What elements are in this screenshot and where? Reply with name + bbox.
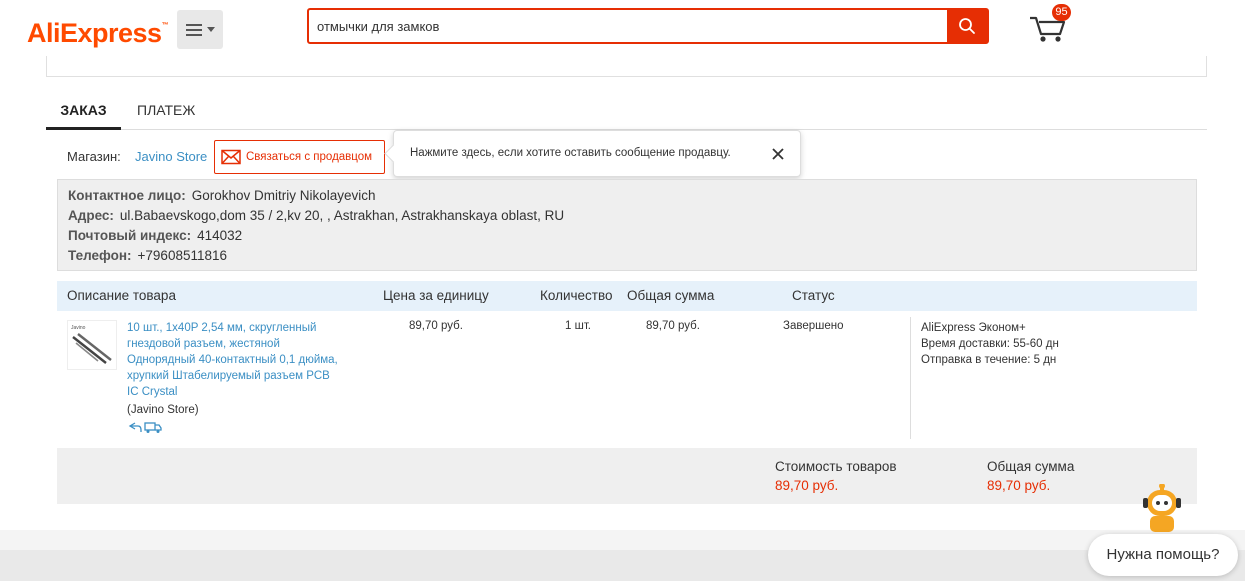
contact-seller-tooltip: Нажмите здесь, если хотите оставить сооб… [393, 130, 801, 177]
dispatch-time: Отправка в течение: 5 дн [921, 354, 1057, 366]
store-name-link[interactable]: Javino Store [135, 149, 207, 164]
total-price-cell: 89,70 руб. [646, 320, 700, 332]
column-header-description: Описание товара [67, 288, 176, 303]
shipping-method: AliExpress Эконом+ [921, 322, 1026, 334]
contact-seller-button[interactable]: Связаться с продавцом [214, 140, 385, 174]
address-row: Адрес: ul.Babaevskogo,dom 35 / 2,kv 20, ,… [68, 206, 1186, 226]
shipping-divider [910, 317, 911, 439]
footer-spacer [0, 530, 1245, 550]
delivery-time: Время доставки: 55-60 дн [921, 338, 1059, 350]
goods-cost-value: 89,70 руб. [775, 478, 839, 493]
shipping-info: AliExpress Эконом+ Время доставки: 55-60… [921, 320, 1059, 368]
assistant-mascot-icon[interactable] [1141, 484, 1183, 532]
zip-value: 414032 [197, 228, 243, 243]
search-button[interactable] [947, 10, 987, 42]
store-label: Магазин: [67, 149, 121, 164]
product-thumbnail[interactable]: Javino [67, 320, 117, 370]
contact-person-row: Контактное лицо: Gorokhov Dmitriy Nikolay… [68, 186, 1186, 206]
footer [0, 550, 1245, 581]
order-summary: Стоимость товаров 89,70 руб. Общая сумма… [57, 448, 1197, 504]
search-bar [307, 8, 989, 44]
phone-label: Телефон: [68, 248, 132, 263]
close-icon[interactable] [770, 146, 786, 162]
product-table-header: Описание товара Цена за единицу Количест… [57, 281, 1197, 311]
aliexpress-logo[interactable]: AliExpress™ [27, 18, 169, 49]
contact-seller-label: Связаться с продавцом [246, 151, 373, 163]
order-tabs: ЗАКАЗ ПЛАТЕЖ [46, 96, 1207, 130]
contact-person-value: Gorokhov Dmitriy Nikolayevich [191, 188, 376, 203]
previous-section-card [46, 56, 1207, 77]
zip-row: Почтовый индекс: 414032 [68, 226, 1186, 246]
tab-payment[interactable]: ПЛАТЕЖ [137, 96, 195, 130]
column-header-unit-price: Цена за единицу [383, 288, 489, 303]
trademark-mark: ™ [161, 22, 169, 29]
unit-price-cell: 89,70 руб. [409, 320, 463, 332]
hamburger-icon [185, 23, 202, 36]
quantity-cell: 1 шт. [565, 320, 592, 332]
column-header-quantity: Количество [540, 288, 613, 303]
column-header-status: Статус [792, 288, 835, 303]
logo-text: AliExpress [27, 18, 162, 48]
address-value: ul.Babaevskogo,dom 35 / 2,kv 20, , Astra… [119, 208, 565, 223]
contact-person-label: Контактное лицо: [68, 188, 186, 203]
column-header-total: Общая сумма [627, 288, 715, 303]
caret-down-icon [206, 27, 215, 32]
tab-order[interactable]: ЗАКАЗ [46, 96, 121, 130]
cart-count-badge: 95 [1052, 4, 1071, 21]
order-details-page: AliExpress™ 95 ЗАКАЗ ПЛАТЕЖ Магазин: Jav… [0, 0, 1245, 581]
search-icon [959, 18, 975, 34]
zip-label: Почтовый индекс: [68, 228, 192, 243]
address-label: Адрес: [68, 208, 114, 223]
product-image-label: Javino [71, 325, 86, 331]
order-total-label: Общая сумма [987, 459, 1075, 474]
return-and-shipping-icons [128, 422, 162, 433]
product-title-link[interactable]: 10 шт., 1x40P 2,54 мм, скругленный гнезд… [127, 320, 342, 400]
product-store-name: (Javino Store) [127, 404, 199, 416]
search-input[interactable] [309, 10, 947, 42]
category-menu-button[interactable] [177, 10, 223, 49]
envelope-icon [221, 149, 241, 165]
order-total-value: 89,70 руб. [987, 478, 1051, 493]
product-image: Javino [71, 325, 112, 364]
tooltip-text: Нажмите здесь, если хотите оставить сооб… [410, 147, 731, 159]
phone-row: Телефон: +79608511816 [68, 246, 1186, 266]
goods-cost-label: Стоимость товаров [775, 459, 897, 474]
need-help-button[interactable]: Нужна помощь? [1088, 534, 1238, 576]
shipping-address-box: Контактное лицо: Gorokhov Dmitriy Nikolay… [57, 179, 1197, 271]
status-cell: Завершено [783, 320, 844, 332]
phone-value: +79608511816 [137, 248, 228, 263]
